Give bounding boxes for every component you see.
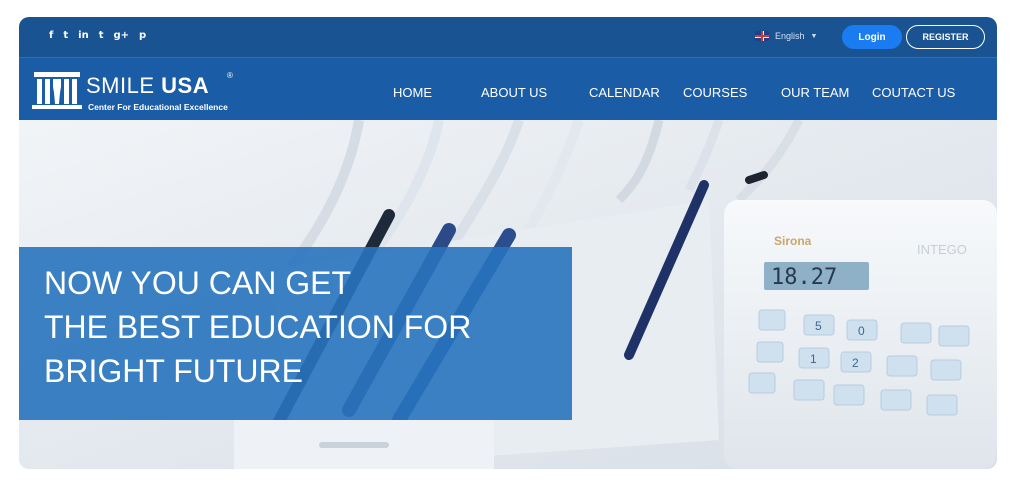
main-navbar: SMILE USA ® Center For Educational Excel… bbox=[19, 57, 997, 121]
top-bar: f t in t g+ p English ▼ Login REGISTER bbox=[19, 17, 997, 57]
caret-down-icon: ▼ bbox=[810, 32, 818, 40]
headline-line-2: THE BEST EDUCATION FOR bbox=[44, 309, 472, 345]
login-button[interactable]: Login bbox=[842, 25, 902, 49]
nav-home[interactable]: HOME bbox=[393, 85, 432, 100]
keypad-digit-1: 1 bbox=[810, 352, 817, 366]
headline-line-3: BRIGHT FUTURE bbox=[44, 353, 303, 389]
device-brand-text: Sirona bbox=[774, 234, 812, 248]
keypad-digit-2: 2 bbox=[852, 356, 859, 370]
tumblr-icon[interactable]: t bbox=[99, 30, 104, 42]
page-frame: f t in t g+ p English ▼ Login REGISTER S… bbox=[19, 17, 997, 469]
nav-our-team[interactable]: OUR TEAM bbox=[781, 85, 849, 100]
uk-flag-icon bbox=[755, 31, 769, 41]
pillars-logo-icon bbox=[32, 72, 82, 109]
site-logo[interactable]: SMILE USA ® Center For Educational Excel… bbox=[32, 70, 282, 115]
headline-line-1: NOW YOU CAN GET bbox=[44, 265, 351, 301]
language-selector[interactable]: English ▼ bbox=[755, 31, 817, 41]
nav-contact-us[interactable]: COUTACT US bbox=[872, 85, 955, 100]
language-label: English bbox=[775, 31, 805, 41]
nav-courses[interactable]: COURSES bbox=[683, 85, 747, 100]
keypad-digit-0: 0 bbox=[858, 324, 865, 338]
headline-overlay: NOW YOU CAN GET THE BEST EDUCATION FOR B… bbox=[19, 247, 572, 420]
keypad-digit-5: 5 bbox=[815, 319, 822, 333]
nav-about-us[interactable]: ABOUT US bbox=[481, 85, 547, 100]
brand-name-bold: USA bbox=[161, 73, 210, 98]
pinterest-icon[interactable]: p bbox=[139, 30, 146, 42]
registered-mark: ® bbox=[227, 71, 233, 80]
brand-name-light: SMILE bbox=[86, 73, 162, 98]
hero-banner: Sirona INTEGO 18.27 5 0 1 2 NOW YOU CAN … bbox=[19, 120, 997, 469]
hero-headline: NOW YOU CAN GET THE BEST EDUCATION FOR B… bbox=[44, 261, 471, 393]
device-model-text: INTEGO bbox=[917, 242, 967, 257]
linkedin-icon[interactable]: in bbox=[78, 30, 89, 42]
nav-calendar[interactable]: CALENDAR bbox=[589, 85, 660, 100]
brand-tagline: Center For Educational Excellence bbox=[88, 102, 228, 112]
google-plus-icon[interactable]: g+ bbox=[113, 30, 129, 42]
device-display-value: 18.27 bbox=[771, 265, 837, 290]
facebook-icon[interactable]: f bbox=[49, 30, 53, 42]
twitter-icon[interactable]: t bbox=[63, 30, 68, 42]
register-button[interactable]: REGISTER bbox=[906, 25, 985, 49]
social-links: f t in t g+ p bbox=[49, 30, 146, 42]
brand-name: SMILE USA bbox=[86, 73, 209, 99]
